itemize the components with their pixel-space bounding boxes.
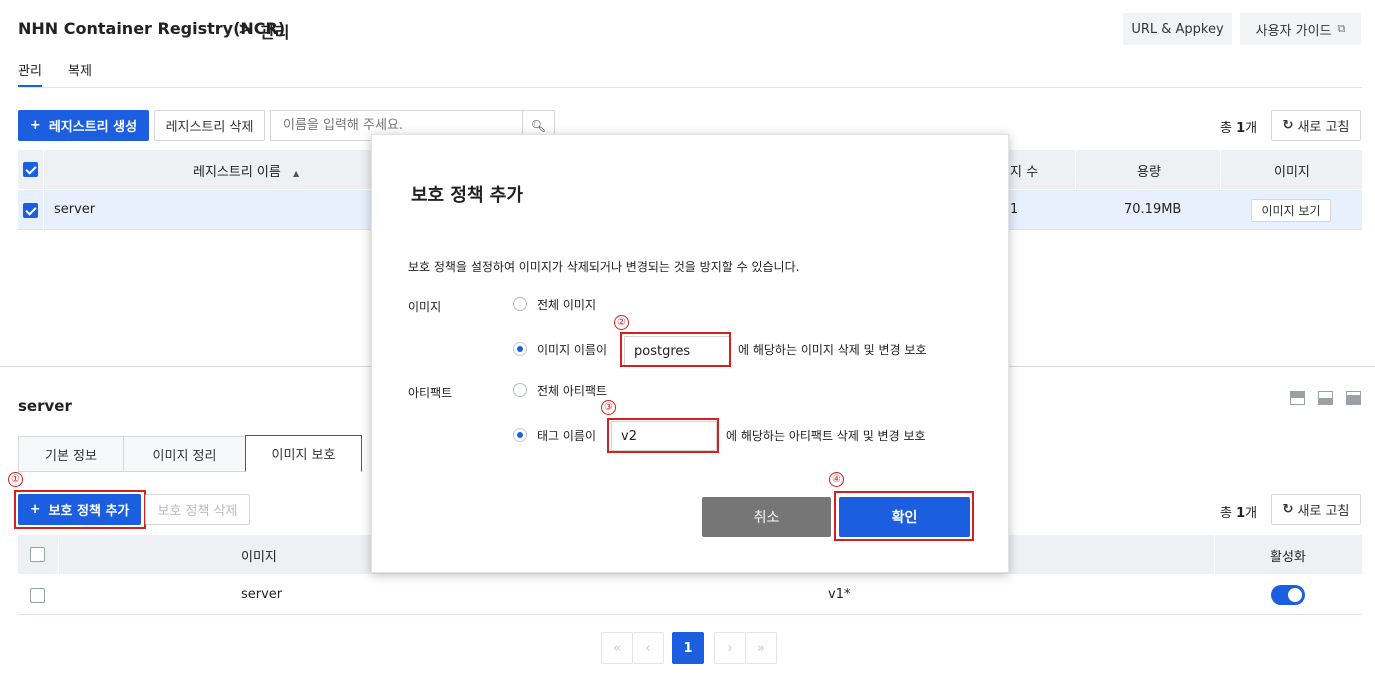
policy-row-image: server <box>241 587 283 602</box>
detail-refresh-button[interactable]: ↻ 새로 고침 <box>1271 494 1361 525</box>
layout-bottom-icon[interactable] <box>1346 391 1361 405</box>
tab-divider <box>18 87 1362 88</box>
next-page-button[interactable]: › <box>714 632 746 664</box>
user-guide-button[interactable]: 사용자 가이드 ⧉ <box>1240 13 1361 45</box>
detail-total: 총 1개 <box>1220 502 1257 521</box>
total-suffix: 개 <box>1245 506 1258 521</box>
policy-select-all-checkbox[interactable] <box>30 547 45 562</box>
radio-image-name[interactable] <box>513 342 527 356</box>
all-images-label[interactable]: 전체 이미지 <box>537 296 596 313</box>
modal-title: 보호 정책 추가 <box>411 185 523 206</box>
create-registry-button[interactable]: + 레지스트리 생성 <box>18 110 149 141</box>
total-count: 1 <box>1236 506 1246 521</box>
policy-row-checkbox[interactable] <box>30 588 45 603</box>
layout-top-icon[interactable] <box>1290 391 1305 405</box>
image-suffix-text: 에 해당하는 이미지 삭제 및 변경 보호 <box>738 343 927 357</box>
toggle-knob <box>1288 588 1302 602</box>
tab-image-protection[interactable]: 이미지 보호 <box>245 435 362 472</box>
annotation-3: ③ <box>601 400 616 415</box>
refresh-icon: ↻ <box>1282 118 1294 133</box>
header-registry-name[interactable]: 레지스트리 이름 ▲ <box>193 161 299 180</box>
highlight-tag-name <box>607 418 719 453</box>
header-size: 용량 <box>1137 165 1161 180</box>
tab-basic-info[interactable]: 기본 정보 <box>18 436 124 472</box>
all-artifacts-label[interactable]: 전체 아티팩트 <box>537 382 607 399</box>
policy-header-active: 활성화 <box>1270 550 1306 565</box>
cancel-button[interactable]: 취소 <box>702 497 831 537</box>
image-label: 이미지 <box>408 300 442 314</box>
registry-row-count: 1 <box>1010 202 1019 217</box>
refresh-label: 새로 고침 <box>1297 120 1350 135</box>
radio-all-artifacts[interactable] <box>513 383 527 397</box>
modal-description: 보호 정책을 설정하여 이미지가 삭제되거나 변경되는 것을 방지할 수 있습니… <box>408 260 800 274</box>
header-divider <box>1220 150 1221 189</box>
radio-tag-name[interactable] <box>513 428 527 442</box>
annotation-4: ④ <box>829 472 844 487</box>
create-registry-label: 레지스트리 생성 <box>48 120 138 135</box>
breadcrumb-separator: > <box>238 19 252 38</box>
plus-icon: + <box>29 118 41 133</box>
highlight-add-policy <box>14 490 146 529</box>
total-prefix: 총 <box>1220 506 1232 521</box>
delete-policy-button[interactable]: 보호 정책 삭제 <box>145 494 250 525</box>
registry-row-checkbox[interactable] <box>23 203 38 218</box>
page-1-button[interactable]: 1 <box>672 632 704 664</box>
radio-all-images[interactable] <box>513 297 527 311</box>
registry-name-label: 레지스트리 이름 <box>193 165 281 180</box>
refresh-label: 새로 고침 <box>1297 504 1350 519</box>
tab-image-cleanup[interactable]: 이미지 정리 <box>123 436 246 472</box>
policy-row[interactable] <box>18 575 1362 615</box>
delete-registry-button[interactable]: 레지스트리 삭제 <box>154 110 265 141</box>
annotation-1: ① <box>8 472 23 487</box>
registry-row-name[interactable]: server <box>54 202 95 217</box>
header-image-count: 지 수 <box>1010 165 1039 180</box>
policy-header-image: 이미지 <box>241 550 277 565</box>
url-appkey-button[interactable]: URL & Appkey <box>1123 13 1232 45</box>
layout-middle-icon[interactable] <box>1318 391 1333 405</box>
last-page-button[interactable]: » <box>745 632 777 664</box>
search-icon: 🔍︎ <box>530 118 547 133</box>
active-toggle[interactable] <box>1271 585 1305 605</box>
refresh-button[interactable]: ↻ 새로 고침 <box>1271 110 1361 141</box>
registry-row-size: 70.19MB <box>1124 202 1182 217</box>
user-guide-label: 사용자 가이드 <box>1255 23 1332 39</box>
header-image: 이미지 <box>1274 165 1310 180</box>
header-divider <box>1075 150 1076 189</box>
tag-name-label[interactable]: 태그 이름이 <box>537 427 596 444</box>
select-all-checkbox[interactable] <box>23 162 38 177</box>
view-images-button[interactable]: 이미지 보기 <box>1251 199 1331 222</box>
total-count: 1 <box>1236 121 1246 136</box>
external-link-icon: ⧉ <box>1337 22 1346 35</box>
header-divider <box>58 535 59 574</box>
breadcrumb-current: 관리 <box>260 23 290 42</box>
first-page-button[interactable]: « <box>601 632 633 664</box>
highlight-confirm <box>834 491 974 541</box>
header-divider <box>43 150 44 189</box>
image-name-label[interactable]: 이미지 이름이 <box>537 341 607 358</box>
prev-page-button[interactable]: ‹ <box>632 632 664 664</box>
tab-replicate[interactable]: 복제 <box>68 60 92 79</box>
refresh-icon: ↻ <box>1282 502 1294 517</box>
artifact-label: 아티팩트 <box>408 386 453 400</box>
highlight-image-name <box>620 332 731 367</box>
total-prefix: 총 <box>1220 121 1232 136</box>
tab-manage[interactable]: 관리 <box>18 60 42 79</box>
total-suffix: 개 <box>1245 121 1258 136</box>
tag-suffix-text: 에 해당하는 아티팩트 삭제 및 변경 보호 <box>726 429 926 443</box>
annotation-2: ② <box>614 315 629 330</box>
sort-icon[interactable]: ▲ <box>293 169 299 178</box>
header-divider <box>1214 535 1215 574</box>
policy-row-tag: v1* <box>828 587 851 602</box>
row-divider <box>43 190 44 230</box>
detail-title: server <box>18 397 72 415</box>
registry-total: 총 1개 <box>1220 117 1257 136</box>
